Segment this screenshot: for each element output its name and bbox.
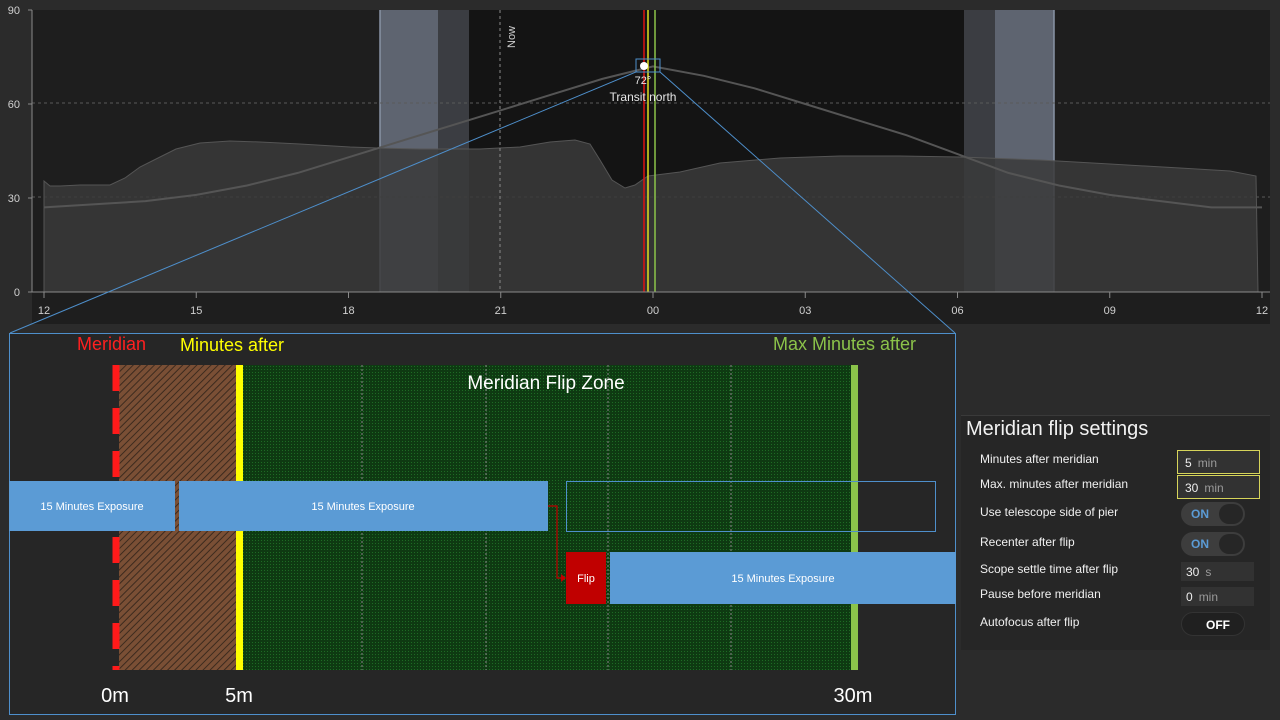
y-tick-label: 60 — [8, 99, 20, 111]
max-minutes-marker — [851, 365, 858, 670]
meridian-flip-settings-panel: Meridian flip settings Minutes after mer… — [961, 415, 1270, 650]
label-pause-before-meridian: Pause before meridian — [980, 587, 1101, 601]
transit-marker — [640, 62, 648, 70]
x-tick-label: 03 — [799, 305, 811, 317]
exposure-label-3: 15 Minutes Exposure — [731, 573, 834, 585]
x-tick-label: 06 — [951, 305, 963, 317]
use-side-of-pier-toggle[interactable]: ON — [1181, 502, 1245, 526]
exposure-label-2: 15 Minutes Exposure — [311, 501, 414, 513]
y-tick-label: 30 — [8, 193, 20, 205]
max-minutes-after-input[interactable]: 30 min — [1177, 475, 1260, 499]
pause-before-meridian-input[interactable]: 0 min — [1181, 587, 1254, 606]
label-settle-time: Scope settle time after flip — [980, 562, 1119, 576]
label-minutes-after: Minutes after meridian — [980, 452, 1099, 466]
x-tick-label: 21 — [495, 305, 507, 317]
transit-label: Transit north — [610, 90, 677, 104]
minutes-after-input[interactable]: 5 min — [1177, 450, 1260, 474]
scale-5m: 5m — [225, 685, 253, 707]
settings-title: Meridian flip settings — [966, 418, 1149, 440]
exposure-label-1: 15 Minutes Exposure — [40, 501, 143, 513]
flip-zone-title: Meridian Flip Zone — [467, 373, 624, 394]
x-tick-label: 15 — [190, 305, 202, 317]
label-recenter-after-flip: Recenter after flip — [980, 535, 1075, 549]
autofocus-after-flip-toggle[interactable]: OFF — [1181, 612, 1245, 636]
meridian-label: Meridian — [77, 334, 146, 354]
y-tick-label: 0 — [14, 287, 20, 299]
x-tick-label: 12 — [38, 305, 50, 317]
label-use-side-of-pier: Use telescope side of pier — [980, 505, 1119, 519]
y-tick-label: 90 — [8, 5, 20, 17]
x-tick-label: 09 — [1104, 305, 1116, 317]
max-minutes-label: Max Minutes after — [773, 334, 916, 354]
scale-0m: 0m — [101, 685, 129, 707]
flip-label: Flip — [577, 573, 595, 585]
flip-zone-diagram: Meridian Minutes after Max Minutes after… — [9, 333, 956, 715]
scale-30m: 30m — [834, 685, 873, 707]
transit-altitude-label: 72° — [635, 75, 652, 87]
recenter-after-flip-toggle[interactable]: ON — [1181, 532, 1245, 556]
x-tick-label: 18 — [342, 305, 354, 317]
settle-time-input[interactable]: 30 s — [1181, 562, 1254, 581]
x-tick-label: 12 — [1256, 305, 1268, 317]
label-max-minutes-after: Max. minutes after meridian — [980, 477, 1129, 491]
minutes-after-label: Minutes after — [180, 335, 284, 355]
label-autofocus-after-flip: Autofocus after flip — [980, 615, 1080, 629]
now-label: Now — [506, 26, 518, 48]
altitude-chart: Now 72° Transit north 90 60 30 0 12 15 18 21 00… — [0, 0, 1280, 330]
x-tick-label: 00 — [647, 305, 659, 317]
